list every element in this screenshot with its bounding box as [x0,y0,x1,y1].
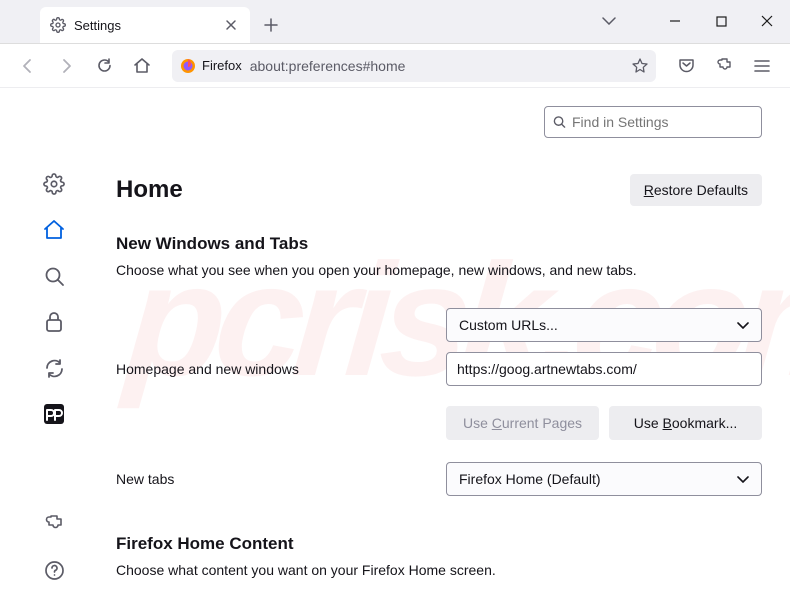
new-tab-button[interactable] [256,10,286,40]
sidebar-home-icon[interactable] [36,212,72,248]
url-text: about:preferences#home [250,58,624,74]
maximize-button[interactable] [698,0,744,43]
back-button[interactable] [12,50,44,82]
sidebar-privacy-icon[interactable] [36,304,72,340]
settings-sidebar [0,88,108,602]
gear-icon [50,17,66,33]
chevron-down-icon [737,322,749,329]
section-description: Choose what you see when you open your h… [116,262,762,278]
pocket-button[interactable] [670,50,702,82]
sidebar-sync-icon[interactable] [36,350,72,386]
section-heading: Firefox Home Content [116,534,762,554]
find-settings-search[interactable] [544,106,762,138]
newtabs-label: New tabs [116,471,446,487]
menu-button[interactable] [746,50,778,82]
browser-tab[interactable]: Settings [40,7,250,43]
tabs-dropdown-icon[interactable] [586,0,632,43]
newtabs-dropdown[interactable]: Firefox Home (Default) [446,462,762,496]
sidebar-general-icon[interactable] [36,166,72,202]
address-bar[interactable]: Firefox about:preferences#home [172,50,656,82]
sidebar-help-icon[interactable] [36,552,72,588]
sidebar-extensions-icon[interactable] [36,506,72,542]
homepage-url-input[interactable] [446,352,762,386]
section-description: Choose what content you want on your Fir… [116,562,762,578]
minimize-button[interactable] [652,0,698,43]
use-current-pages-button[interactable]: Use Current Pages [446,406,599,440]
close-icon[interactable] [222,16,240,34]
page-title: Home [116,176,183,204]
restore-defaults-button[interactable]: Restore Defaults [630,174,762,206]
section-heading: New Windows and Tabs [116,234,762,254]
home-button[interactable] [126,50,158,82]
tab-title: Settings [74,18,214,33]
chevron-down-icon [737,476,749,483]
reload-button[interactable] [88,50,120,82]
firefox-badge: Firefox [180,58,242,74]
forward-button[interactable] [50,50,82,82]
sidebar-search-icon[interactable] [36,258,72,294]
homepage-label: Homepage and new windows [116,361,446,377]
sidebar-more-icon[interactable] [36,396,72,432]
close-window-button[interactable] [744,0,790,43]
use-bookmark-button[interactable]: Use Bookmark... [609,406,762,440]
find-settings-input[interactable] [572,114,753,130]
homepage-mode-dropdown[interactable]: Custom URLs... [446,308,762,342]
extensions-button[interactable] [708,50,740,82]
bookmark-star-icon[interactable] [632,58,648,74]
search-icon [553,115,566,129]
